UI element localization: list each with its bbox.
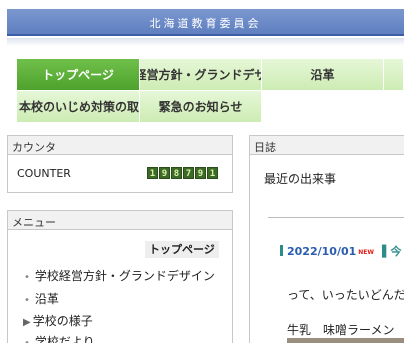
menu-top-page-link[interactable]: トップページ [145, 241, 219, 258]
top-border [0, 0, 404, 4]
banner-shadow [7, 38, 404, 46]
bullet-icon: • [24, 295, 30, 306]
menu-item-label: 学校経営方針・グランドデザイン [34, 269, 215, 283]
post-date: 2022/10/01 [287, 245, 357, 258]
post-text-line: って、いったいどんだ [287, 288, 404, 302]
menu-item-school-policy[interactable]: • 学校経営方針・グランドデザイン [24, 267, 215, 284]
nav-more[interactable] [384, 59, 404, 91]
post-text-line: 牛乳 味噌ラーメン [287, 323, 395, 337]
new-badge: NEW [358, 249, 375, 256]
counter-panel-header: カウンタ [7, 135, 233, 155]
post-image [287, 338, 404, 343]
main-nav-row-1: トップページ 学校経営方針・グランドデザイン 沿革 [17, 59, 404, 91]
post-title[interactable]: 今 [390, 245, 401, 258]
nav-top-page[interactable]: トップページ [17, 59, 140, 91]
bullet-icon: • [24, 338, 30, 343]
menu-item-history[interactable]: • 沿革 [24, 290, 59, 307]
divider [268, 217, 404, 218]
counter-digit: 9 [195, 167, 206, 179]
menu-panel-header: メニュー [7, 210, 233, 230]
menu-item-label: 学校だより [34, 335, 95, 343]
post-marker [280, 245, 283, 256]
header-banner: 北海道教育委員会 [7, 9, 404, 36]
diary-subtitle: 最近の出来事 [264, 172, 337, 186]
counter-display: 1 9 8 7 9 1 [147, 167, 218, 179]
counter-digit: 1 [207, 167, 218, 179]
nav-urgent-notice[interactable]: 緊急のお知らせ [140, 91, 262, 123]
post-header: 2022/10/01 NEW ▌今 [280, 243, 401, 259]
nav-school-policy[interactable]: 学校経営方針・グランドデザイン [140, 59, 262, 91]
menu-item-label: 沿革 [34, 292, 59, 306]
menu-item-label: 学校の様子 [32, 314, 93, 328]
counter-digit: 1 [147, 167, 158, 179]
counter-digit: 8 [171, 167, 182, 179]
diary-panel-header: 日誌 [249, 135, 404, 155]
menu-item-newsletter[interactable]: • 学校だより [24, 333, 95, 343]
main-nav-row-2: 本校のいじめ対策の取組 緊急のお知らせ [17, 91, 262, 123]
expand-triangle-icon: ▶ [23, 317, 31, 328]
nav-bullying-policy[interactable]: 本校のいじめ対策の取組 [17, 91, 140, 123]
counter-digit: 7 [183, 167, 194, 179]
menu-item-school-life[interactable]: ▶ 学校の様子 [23, 312, 93, 329]
bullet-icon: • [24, 272, 30, 283]
counter-label: COUNTER [17, 167, 71, 180]
org-name: 北海道教育委員会 [149, 17, 262, 30]
nav-history[interactable]: 沿革 [262, 59, 384, 91]
counter-digit: 9 [159, 167, 170, 179]
